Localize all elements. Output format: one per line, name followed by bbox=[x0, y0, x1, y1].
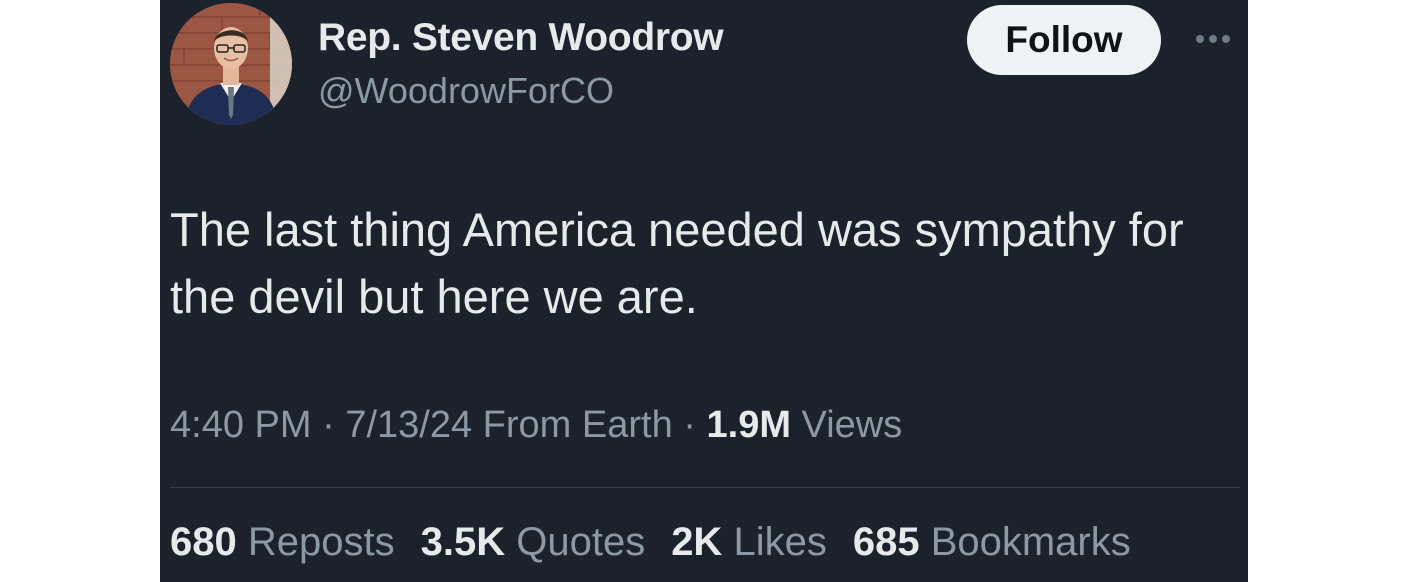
views-label: Views bbox=[790, 404, 903, 446]
more-dots-icon[interactable] bbox=[1188, 24, 1238, 54]
views-count: 1.9M bbox=[706, 404, 791, 446]
likes-label: Likes bbox=[722, 520, 827, 564]
reposts-label: Reposts bbox=[236, 520, 395, 564]
likes-count: 2K bbox=[671, 520, 723, 564]
follow-button[interactable]: Follow bbox=[967, 5, 1161, 75]
author-name[interactable]: Rep. Steven Woodrow bbox=[318, 16, 724, 60]
dot bbox=[1196, 35, 1204, 43]
avatar[interactable] bbox=[170, 3, 292, 125]
dot bbox=[1209, 35, 1217, 43]
tweet-source: From Earth bbox=[472, 404, 673, 446]
likes-stat[interactable]: 2K Likes bbox=[671, 520, 827, 565]
meta-separator: · bbox=[672, 404, 707, 446]
divider bbox=[170, 487, 1240, 488]
tweet-meta: 4:40 PM · 7/13/24 From Earth · 1.9M View… bbox=[170, 404, 902, 447]
meta-separator: · bbox=[311, 404, 346, 446]
tweet-text: The last thing America needed was sympat… bbox=[170, 203, 1184, 323]
person-photo-avatar-icon bbox=[170, 3, 292, 125]
bookmarks-stat[interactable]: 685 Bookmarks bbox=[853, 520, 1131, 565]
tweet-card: Rep. Steven Woodrow @WoodrowForCO Follow… bbox=[160, 0, 1248, 582]
author-handle[interactable]: @WoodrowForCO bbox=[318, 70, 614, 112]
bookmarks-label: Bookmarks bbox=[919, 520, 1131, 564]
tweet-date[interactable]: 7/13/24 bbox=[345, 404, 472, 446]
bookmarks-count: 685 bbox=[852, 520, 920, 564]
engagement-stats: 680 Reposts 3.5K Quotes 2K Likes 685 Boo… bbox=[170, 520, 1131, 565]
quotes-stat[interactable]: 3.5K Quotes bbox=[421, 520, 646, 565]
tweet-time[interactable]: 4:40 PM bbox=[170, 404, 312, 446]
quotes-count: 3.5K bbox=[420, 520, 506, 564]
dot bbox=[1222, 35, 1230, 43]
reposts-count: 680 bbox=[170, 520, 237, 564]
quotes-label: Quotes bbox=[505, 520, 646, 564]
reposts-stat[interactable]: 680 Reposts bbox=[170, 520, 395, 565]
